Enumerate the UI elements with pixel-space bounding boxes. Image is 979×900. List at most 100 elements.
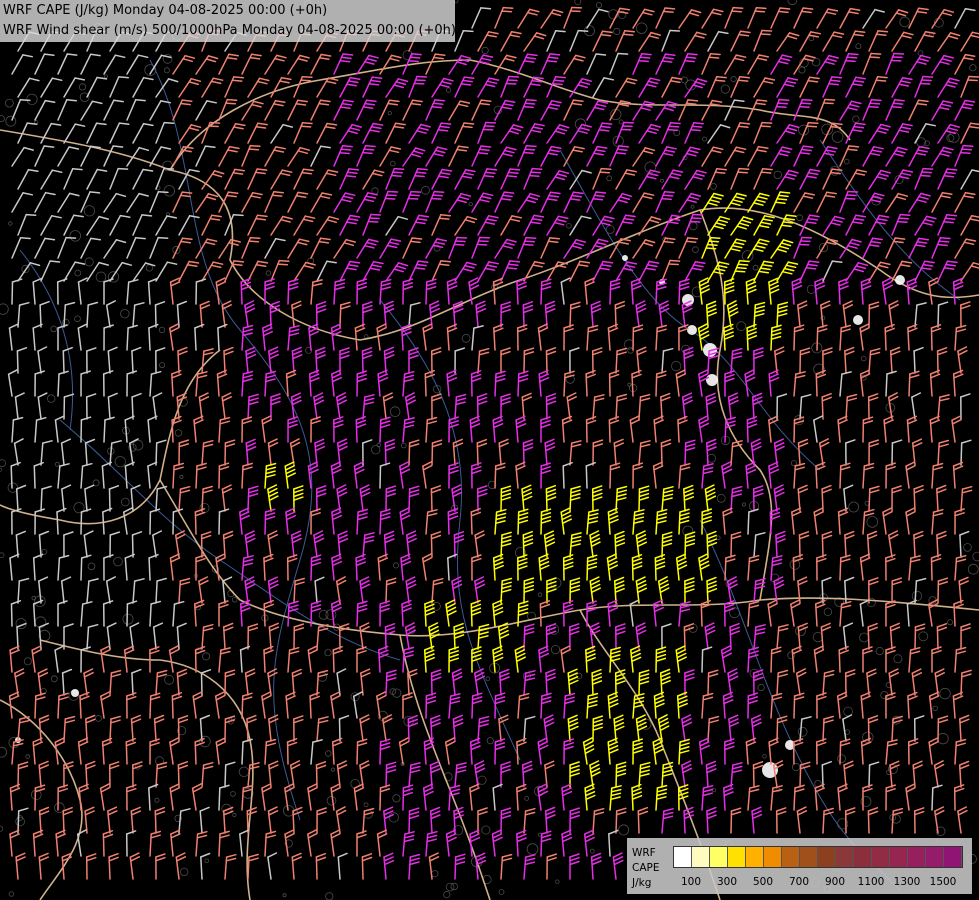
barb-flag: [506, 267, 518, 270]
barb-shaft: [747, 511, 750, 535]
barb-flag: [959, 151, 971, 154]
barb-flag: [831, 76, 843, 79]
barb-flag: [892, 102, 904, 105]
barb-flag: [754, 10, 766, 13]
barb-flag: [502, 6, 514, 9]
barb-flag: [662, 194, 674, 197]
barb-shaft: [218, 511, 221, 535]
barb-flag: [776, 198, 788, 201]
barb-flag: [440, 260, 452, 263]
barb-flag: [939, 236, 951, 240]
barb-flag: [828, 82, 840, 86]
barb-flag: [66, 99, 78, 102]
barb-flag: [624, 30, 636, 33]
barb-flag: [524, 240, 536, 243]
barb-flag: [480, 145, 492, 148]
barb-shaft: [960, 442, 963, 466]
barb-flag: [49, 260, 61, 263]
barb-flag: [777, 102, 789, 105]
barb-flag: [846, 56, 858, 59]
barb-flag: [409, 56, 421, 59]
barb-flag: [508, 75, 520, 78]
barb-flag: [522, 151, 534, 155]
barb-shaft: [40, 488, 43, 512]
barb-flag: [737, 263, 749, 266]
barb-flag: [505, 82, 517, 85]
barb-flag: [761, 121, 773, 124]
barb-shaft: [62, 350, 65, 374]
barb-flag: [896, 220, 908, 223]
barb-flag: [693, 122, 704, 125]
barb-flag: [522, 243, 534, 246]
barb-flag: [754, 102, 766, 106]
barb-flag: [898, 217, 910, 220]
barb-flag: [207, 125, 219, 128]
barb-flag: [463, 122, 475, 125]
barb-flag: [920, 79, 932, 82]
barb-flag: [662, 10, 674, 14]
barb-flag: [453, 243, 465, 246]
barb-flag: [691, 125, 703, 128]
barb-flag: [961, 148, 973, 151]
barb-flag: [345, 175, 357, 178]
barb-flag: [943, 175, 955, 178]
barb-flag: [393, 167, 405, 170]
barb-flag: [845, 194, 857, 197]
barb-flag: [637, 59, 649, 63]
barb-flag: [181, 191, 193, 194]
barb-flag: [438, 217, 450, 220]
barb-flag: [118, 76, 130, 79]
barb-flag: [340, 56, 352, 60]
barb-flag: [525, 236, 537, 239]
barb-flag: [775, 105, 787, 108]
barb-flag: [361, 151, 373, 155]
barb-shaft: [33, 465, 36, 489]
barb-flag: [477, 152, 489, 155]
barb-flag: [549, 53, 561, 56]
barb-flag: [875, 33, 887, 36]
barb-flag: [387, 190, 399, 193]
barb-flag: [685, 56, 697, 59]
barb-flag: [416, 75, 428, 78]
barb-flag: [875, 79, 887, 82]
barb-flag: [761, 29, 773, 32]
barb-flag: [868, 56, 880, 59]
barb-flag: [685, 240, 697, 243]
barb-flag: [601, 122, 613, 125]
barb-flag: [233, 76, 245, 79]
barb-flag: [414, 79, 426, 82]
barb-flag: [431, 105, 443, 109]
barb-flag: [89, 191, 101, 194]
barb-flag: [760, 171, 772, 174]
barb-flag: [876, 76, 888, 79]
barb-flag: [870, 98, 882, 102]
barb-flag: [690, 128, 701, 132]
barb-flag: [117, 167, 129, 170]
barb-flag: [660, 197, 672, 201]
barb-flag: [368, 217, 380, 220]
barb-flag: [300, 79, 312, 82]
barb-flag: [592, 198, 604, 201]
barb-shaft: [56, 511, 59, 535]
barb-shaft: [131, 534, 134, 558]
barb-flag: [593, 194, 605, 198]
barb-flag: [739, 122, 751, 125]
cape-patch: [687, 325, 697, 335]
barb-flag: [483, 175, 495, 178]
barb-flag: [692, 213, 704, 216]
barb-flag: [248, 240, 260, 243]
barb-flag: [669, 29, 681, 32]
barb-flag: [922, 167, 934, 170]
barb-flag: [761, 168, 773, 171]
barb-shaft: [39, 304, 42, 328]
barb-flag: [370, 213, 382, 216]
barb-flag: [846, 148, 858, 152]
barb-flag: [738, 260, 750, 263]
barb-flag: [415, 171, 427, 174]
barb-flag: [248, 148, 260, 151]
barb-flag: [869, 102, 881, 105]
barb-flag: [531, 167, 543, 170]
barb-flag: [600, 167, 612, 171]
barb-flag: [759, 33, 771, 36]
barb-shaft: [379, 465, 382, 489]
